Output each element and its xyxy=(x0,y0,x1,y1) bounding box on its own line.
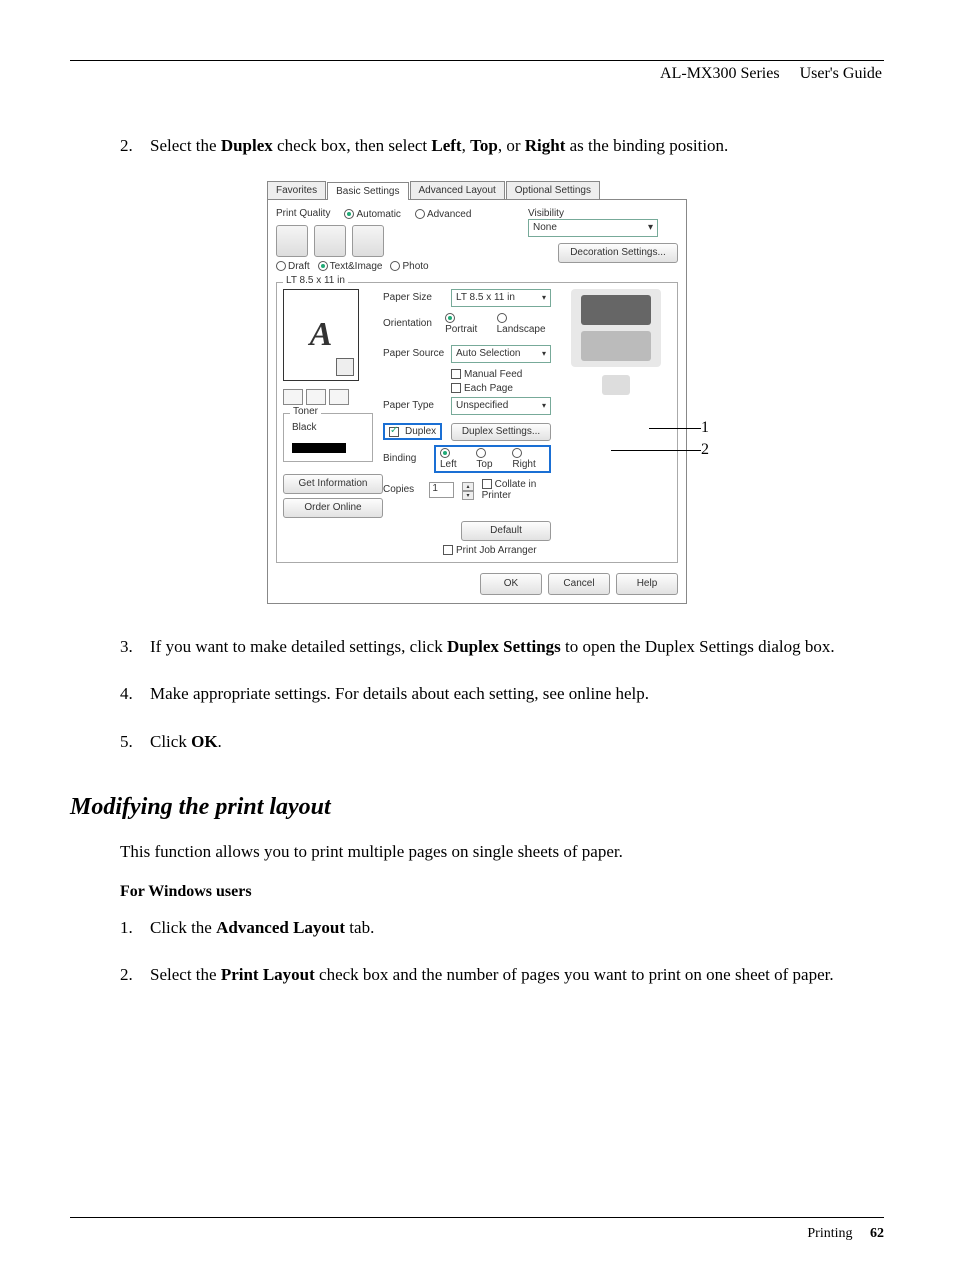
step-5-text: Click OK. xyxy=(150,729,884,755)
step-5: 5. Click OK. xyxy=(120,729,884,755)
paper-size-label: Paper Size xyxy=(383,292,445,303)
duplex-settings-button[interactable]: Duplex Settings... xyxy=(451,423,551,441)
copies-label: Copies xyxy=(383,484,421,495)
chevron-down-icon: ▾ xyxy=(542,349,546,358)
product-name: AL-MX300 Series xyxy=(660,65,780,82)
win-step-1-num: 1. xyxy=(120,915,150,941)
header-rule xyxy=(70,60,884,61)
chevron-down-icon: ▾ xyxy=(542,401,546,410)
manual-feed-checkbox[interactable]: Manual Feed xyxy=(451,369,551,380)
toner-black-label: Black xyxy=(292,422,364,433)
order-online-button[interactable]: Order Online xyxy=(283,498,383,518)
win-step-2: 2. Select the Print Layout check box and… xyxy=(120,962,884,988)
win-step-1-text: Click the Advanced Layout tab. xyxy=(150,915,884,941)
page-preview: A xyxy=(283,289,359,381)
tab-optional-settings[interactable]: Optional Settings xyxy=(506,181,600,199)
step-3-text: If you want to make detailed settings, c… xyxy=(150,634,884,660)
radio-advanced[interactable]: Advanced xyxy=(415,209,471,220)
each-page-checkbox[interactable]: Each Page xyxy=(451,383,551,394)
spinner-up-icon[interactable]: ▴ xyxy=(462,482,473,491)
tray-icon-2[interactable] xyxy=(306,389,326,405)
collate-checkbox[interactable]: Collate in Printer xyxy=(482,479,551,501)
tray-icon-1[interactable] xyxy=(283,389,303,405)
section-intro: This function allows you to print multip… xyxy=(120,839,884,865)
doc-title: User's Guide xyxy=(800,65,882,82)
radio-binding-right[interactable]: Right xyxy=(512,448,545,470)
help-button[interactable]: Help xyxy=(616,573,678,595)
copies-input[interactable]: 1 xyxy=(429,482,454,498)
tray-icon-3[interactable] xyxy=(329,389,349,405)
toner-level-bar xyxy=(292,443,346,453)
pq-icon-textimage[interactable] xyxy=(314,225,346,257)
tab-favorites[interactable]: Favorites xyxy=(267,181,326,199)
printer-illustration xyxy=(571,289,661,367)
step-2-num: 2. xyxy=(120,133,150,159)
paper-size-select[interactable]: LT 8.5 x 11 in ▾ xyxy=(451,289,551,307)
windows-subheading: For Windows users xyxy=(120,883,884,901)
default-button[interactable]: Default xyxy=(461,521,551,541)
visibility-select[interactable]: None ▾ xyxy=(528,219,658,237)
footer-chapter: Printing xyxy=(807,1226,852,1241)
tab-basic-settings[interactable]: Basic Settings xyxy=(327,182,408,200)
cancel-button[interactable]: Cancel xyxy=(548,573,610,595)
step-4-text: Make appropriate settings. For details a… xyxy=(150,681,884,707)
radio-automatic[interactable]: Automatic xyxy=(344,209,400,220)
radio-photo[interactable]: Photo xyxy=(390,261,428,272)
paper-type-label: Paper Type xyxy=(383,400,445,411)
print-job-arranger-checkbox[interactable]: Print Job Arranger xyxy=(443,545,551,556)
decoration-settings-button[interactable]: Decoration Settings... xyxy=(558,243,678,263)
spinner-down-icon[interactable]: ▾ xyxy=(462,491,473,500)
section-heading: Modifying the print layout xyxy=(70,794,884,821)
ok-button[interactable]: OK xyxy=(480,573,542,595)
radio-binding-top[interactable]: Top xyxy=(476,448,502,470)
orientation-label: Orientation xyxy=(383,318,439,329)
chevron-down-icon: ▾ xyxy=(648,222,653,233)
step-5-num: 5. xyxy=(120,729,150,755)
footer-page: 62 xyxy=(870,1226,884,1241)
callout-2: 2 xyxy=(701,441,709,459)
win-step-1: 1. Click the Advanced Layout tab. xyxy=(120,915,884,941)
win-step-2-num: 2. xyxy=(120,962,150,988)
pq-icon-photo[interactable] xyxy=(352,225,384,257)
print-dialog: Favorites Basic Settings Advanced Layout… xyxy=(267,181,687,604)
visibility-label: Visibility xyxy=(528,208,678,219)
copies-spinner[interactable]: ▴▾ xyxy=(462,482,473,498)
radio-portrait[interactable]: Portrait xyxy=(445,313,485,335)
tab-advanced-layout[interactable]: Advanced Layout xyxy=(410,181,505,199)
step-3: 3. If you want to make detailed settings… xyxy=(120,634,884,660)
page-header: AL-MX300 Series User's Guide xyxy=(70,65,884,83)
print-quality-label: Print Quality xyxy=(276,208,330,219)
radio-binding-left[interactable]: Left xyxy=(440,448,466,470)
radio-draft[interactable]: Draft xyxy=(276,261,310,272)
win-step-2-text: Select the Print Layout check box and th… xyxy=(150,962,884,988)
step-4: 4. Make appropriate settings. For detail… xyxy=(120,681,884,707)
paper-source-select[interactable]: Auto Selection ▾ xyxy=(451,345,551,363)
dialog-tabs: Favorites Basic Settings Advanced Layout… xyxy=(267,181,687,200)
radio-textimage[interactable]: Text&Image xyxy=(318,261,383,272)
footer-rule xyxy=(70,1217,884,1218)
pq-icon-draft[interactable] xyxy=(276,225,308,257)
step-3-num: 3. xyxy=(120,634,150,660)
get-information-button[interactable]: Get Information xyxy=(283,474,383,494)
supplies-icon xyxy=(602,375,630,395)
step-2-text: Select the Duplex check box, then select… xyxy=(150,133,884,159)
toner-legend: Toner xyxy=(290,406,321,417)
chevron-down-icon: ▾ xyxy=(542,293,546,302)
paper-type-select[interactable]: Unspecified ▾ xyxy=(451,397,551,415)
step-4-num: 4. xyxy=(120,681,150,707)
binding-label: Binding xyxy=(383,453,428,464)
radio-landscape[interactable]: Landscape xyxy=(497,313,551,335)
callout-1-line xyxy=(649,428,701,429)
callout-2-line xyxy=(611,450,701,451)
duplex-checkbox[interactable]: Duplex xyxy=(383,423,442,440)
paper-source-label: Paper Source xyxy=(383,348,445,359)
paper-legend: LT 8.5 x 11 in xyxy=(283,275,348,286)
page-footer: Printing 62 xyxy=(807,1226,884,1242)
step-2: 2. Select the Duplex check box, then sel… xyxy=(120,133,884,159)
callout-1: 1 xyxy=(701,419,709,437)
